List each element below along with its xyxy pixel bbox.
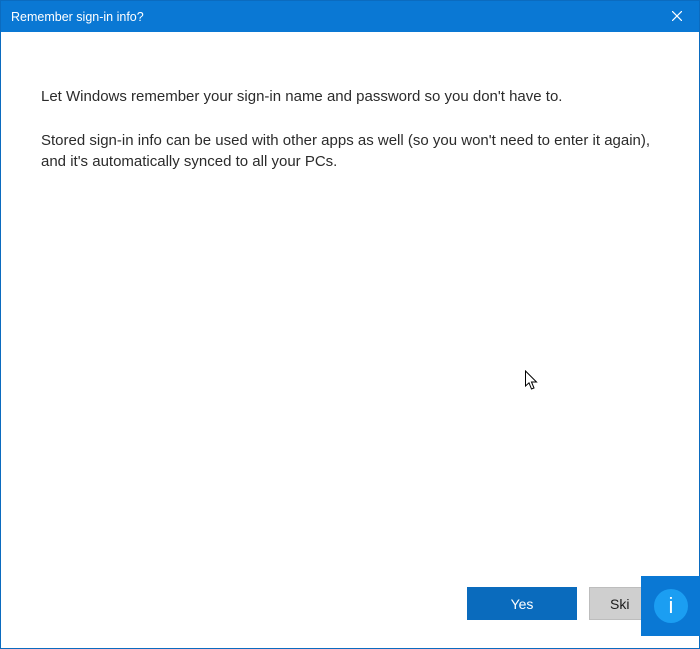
info-badge[interactable]: i — [641, 576, 700, 636]
close-button[interactable] — [654, 1, 699, 32]
content-paragraph-1: Let Windows remember your sign-in name a… — [41, 87, 667, 107]
close-icon — [672, 10, 682, 24]
content-paragraph-2: Stored sign-in info can be used with oth… — [41, 131, 667, 172]
dialog-footer: Yes Ski — [1, 587, 699, 648]
titlebar-title: Remember sign-in info? — [11, 10, 144, 24]
dialog-window: Remember sign-in info? Let Windows remem… — [0, 0, 700, 649]
dialog-content: Let Windows remember your sign-in name a… — [1, 32, 699, 587]
info-icon: i — [654, 589, 688, 623]
titlebar: Remember sign-in info? — [1, 1, 699, 32]
yes-button[interactable]: Yes — [467, 587, 577, 620]
